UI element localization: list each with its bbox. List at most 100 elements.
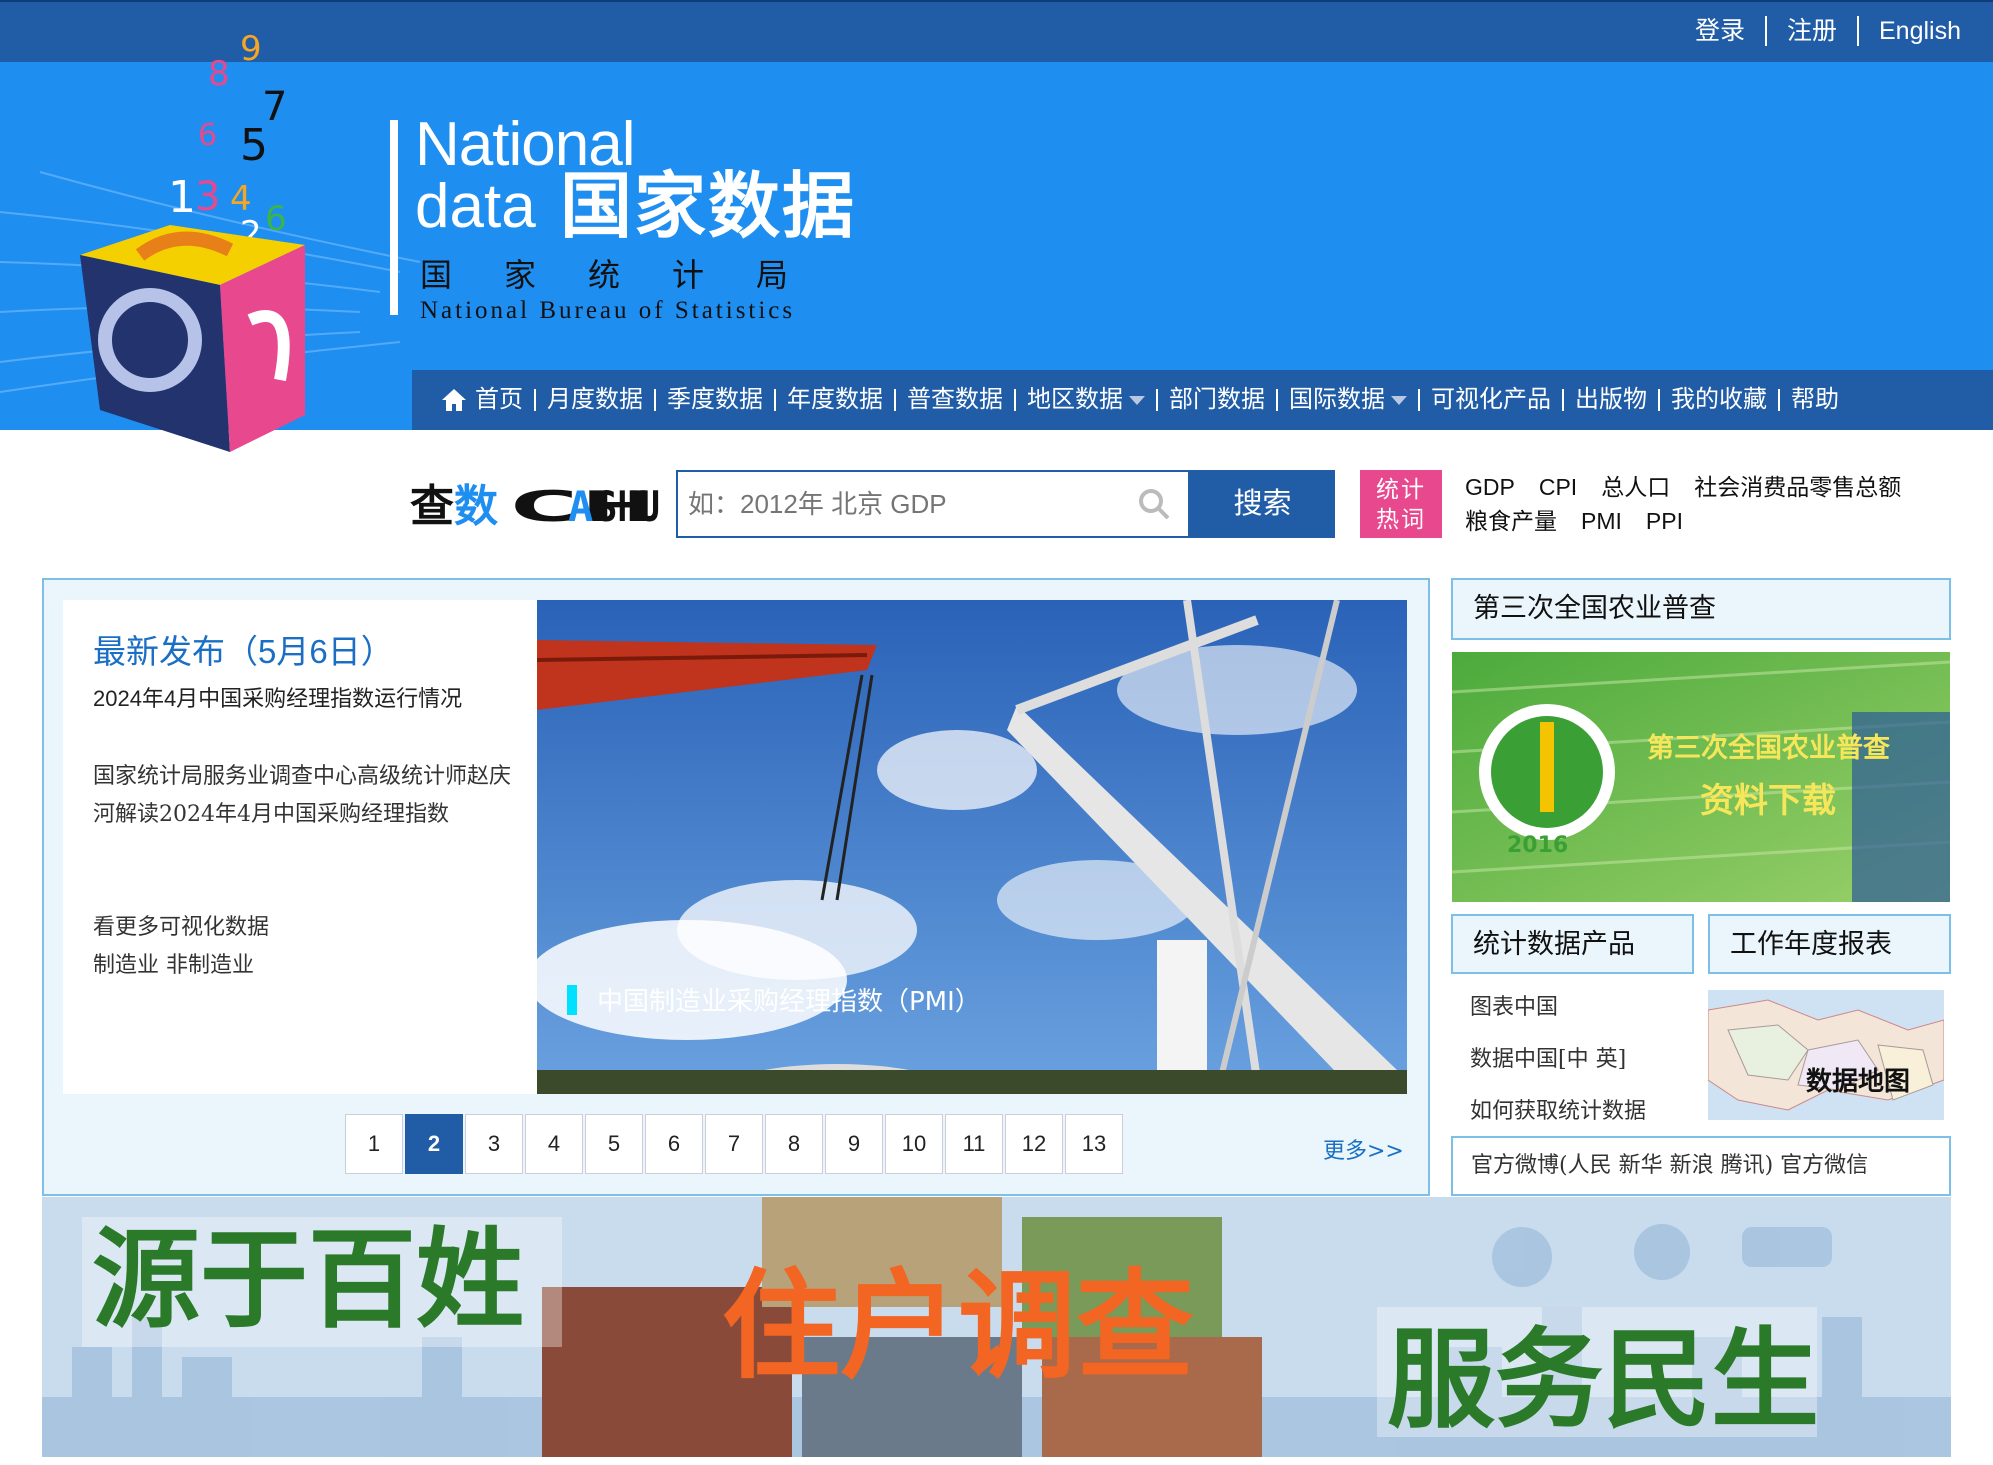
nav-label: 季度数据 <box>667 386 763 413</box>
login-link[interactable]: 登录 <box>1675 16 1765 46</box>
search-button[interactable]: 搜索 <box>1190 470 1335 538</box>
page-button[interactable]: 10 <box>885 1114 943 1174</box>
release-title: 最新发布（5月6日） <box>93 633 394 670</box>
nav-item-monthly[interactable]: 月度数据 <box>536 385 654 415</box>
more-link[interactable]: 更多>> <box>1323 1133 1404 1165</box>
hot-word-pmi[interactable]: PMI <box>1581 504 1622 538</box>
svg-text:SHU: SHU <box>596 482 660 531</box>
nav-label: 帮助 <box>1791 386 1839 413</box>
hot-words-list: GDP CPI 总人口 社会消费品零售总额 粮食产量 PMI PPI <box>1465 470 1985 538</box>
svg-text:5: 5 <box>240 120 268 171</box>
page-button[interactable]: 8 <box>765 1114 823 1174</box>
nonmanufacturing-link[interactable]: 非制造业 <box>166 953 254 978</box>
banner-center-text: 住户调查 <box>722 1257 1194 1395</box>
nav-item-favorites[interactable]: 我的收藏 <box>1660 385 1778 415</box>
logo-cube-icon: 9 8 7 6 5 1 3 4 6 2 <box>80 29 305 452</box>
census-section-title[interactable]: 第三次全国农业普查 <box>1451 578 1951 640</box>
badge-line: 热词 <box>1376 506 1426 532</box>
logo-bureau-en: National Bureau of Statistics <box>420 297 796 324</box>
release-headline-link[interactable]: 2024年4月中国采购经理指数运行情况 <box>93 683 523 715</box>
chashu-logo: 查 数 CH A SHU <box>410 481 660 531</box>
svg-text:3: 3 <box>195 174 220 220</box>
hot-word-population[interactable]: 总人口 <box>1601 470 1670 504</box>
photo-caption: 中国制造业采购经理指数（PMI） <box>597 987 981 1017</box>
logo-bureau-cn: 国家统计局 <box>420 256 841 294</box>
page-button[interactable]: 3 <box>465 1114 523 1174</box>
nav-label: 出版物 <box>1575 386 1647 413</box>
census-banner[interactable]: 2016 第三次全国农业普查 资料下载 <box>1452 652 1950 902</box>
manufacturing-link[interactable]: 制造业 <box>93 953 159 978</box>
hot-word-retail[interactable]: 社会消费品零售总额 <box>1694 470 1901 504</box>
svg-text:查: 查 <box>410 481 454 531</box>
svg-text:A: A <box>568 482 593 531</box>
nav-label: 可视化产品 <box>1431 386 1551 413</box>
main-nav: 首页 月度数据 季度数据 年度数据 普查数据 地区数据 部门数据 国际数据 可视… <box>412 370 1993 430</box>
nav-item-departmental[interactable]: 部门数据 <box>1158 385 1276 415</box>
map-label: 数据地图 <box>1806 1067 1910 1097</box>
list-item[interactable]: 数据中国[中 英] <box>1470 1034 1646 1086</box>
svg-text:数: 数 <box>454 481 498 531</box>
household-survey-banner[interactable]: 源于百姓 住户调查 服务民生 <box>42 1197 1951 1457</box>
nav-item-visualization[interactable]: 可视化产品 <box>1420 385 1562 415</box>
list-item[interactable]: 图表中国 <box>1470 982 1646 1034</box>
release-photo[interactable]: 中国制造业采购经理指数（PMI） <box>537 600 1407 1094</box>
banner-left-text: 源于百姓 <box>92 1218 524 1343</box>
hot-word-grain[interactable]: 粮食产量 <box>1465 504 1557 538</box>
logo-cn-text: 国家数据 <box>560 167 857 247</box>
badge-line: 统计 <box>1376 476 1426 502</box>
svg-text:6: 6 <box>198 118 217 153</box>
page-button[interactable]: 9 <box>825 1114 883 1174</box>
account-links: 登录 注册 English <box>1675 0 1981 62</box>
page-button[interactable]: 11 <box>945 1114 1003 1174</box>
search-icon[interactable] <box>1136 486 1172 522</box>
english-link[interactable]: English <box>1859 16 1981 46</box>
page-button[interactable]: 4 <box>525 1114 583 1174</box>
page-button[interactable]: 7 <box>705 1114 763 1174</box>
svg-text:4: 4 <box>230 179 252 219</box>
slide-pager: 1 2 3 4 5 6 7 8 9 10 11 12 13 <box>345 1114 1125 1174</box>
page-button[interactable]: 12 <box>1005 1114 1063 1174</box>
nav-item-census[interactable]: 普查数据 <box>896 385 1014 415</box>
nav-label: 地区数据 <box>1027 386 1123 413</box>
nav-item-quarterly[interactable]: 季度数据 <box>656 385 774 415</box>
nav-item-regional[interactable]: 地区数据 <box>1016 385 1156 415</box>
products-list: 图表中国 数据中国[中 英] 如何获取统计数据 <box>1470 982 1646 1138</box>
svg-text:9: 9 <box>240 29 262 69</box>
hot-word-cpi[interactable]: CPI <box>1539 470 1577 504</box>
nav-item-publications[interactable]: 出版物 <box>1564 385 1658 415</box>
nav-label: 国际数据 <box>1289 386 1385 413</box>
page-button[interactable]: 2 <box>405 1114 463 1174</box>
nav-item-help[interactable]: 帮助 <box>1780 385 1850 415</box>
nav-label: 年度数据 <box>787 386 883 413</box>
page-button[interactable]: 5 <box>585 1114 643 1174</box>
reports-section-title[interactable]: 工作年度报表 <box>1708 914 1951 974</box>
nav-item-home[interactable]: 首页 <box>430 385 534 415</box>
viz-more-link[interactable]: 看更多可视化数据 <box>93 909 269 947</box>
census-banner-line2: 资料下载 <box>1700 781 1836 821</box>
svg-text:1: 1 <box>168 172 196 223</box>
hot-words-badge: 统计 热词 <box>1360 470 1442 538</box>
page-button[interactable]: 6 <box>645 1114 703 1174</box>
census-banner-line1: 第三次全国农业普查 <box>1647 732 1890 764</box>
banner-right-text: 服务民生 <box>1387 1318 1819 1443</box>
nav-label: 月度数据 <box>547 386 643 413</box>
nav-label: 我的收藏 <box>1671 386 1767 413</box>
products-section-title[interactable]: 统计数据产品 <box>1451 914 1694 974</box>
hot-word-gdp[interactable]: GDP <box>1465 470 1515 504</box>
interpretation-link[interactable]: 国家统计局服务业调查中心高级统计师赵庆河解读2024年4月中国采购经理指数 <box>93 758 523 834</box>
nav-label: 普查数据 <box>907 386 1003 413</box>
official-weibo-links[interactable]: 官方微博(人民 新华 新浪 腾讯) 官方微信 <box>1451 1136 1951 1196</box>
nav-item-international[interactable]: 国际数据 <box>1278 385 1418 415</box>
chevron-down-icon <box>1129 395 1145 405</box>
nav-label: 首页 <box>475 386 523 413</box>
viz-links: 制造业 非制造业 <box>93 947 254 985</box>
release-card <box>63 600 537 1094</box>
search-input[interactable] <box>688 478 1128 530</box>
register-link[interactable]: 注册 <box>1767 16 1857 46</box>
page-button[interactable]: 1 <box>345 1114 403 1174</box>
page-button[interactable]: 13 <box>1065 1114 1123 1174</box>
list-item[interactable]: 如何获取统计数据 <box>1470 1086 1646 1138</box>
nav-item-annual[interactable]: 年度数据 <box>776 385 894 415</box>
data-map-thumbnail[interactable]: 数据地图 <box>1708 990 1944 1120</box>
hot-word-ppi[interactable]: PPI <box>1646 504 1683 538</box>
